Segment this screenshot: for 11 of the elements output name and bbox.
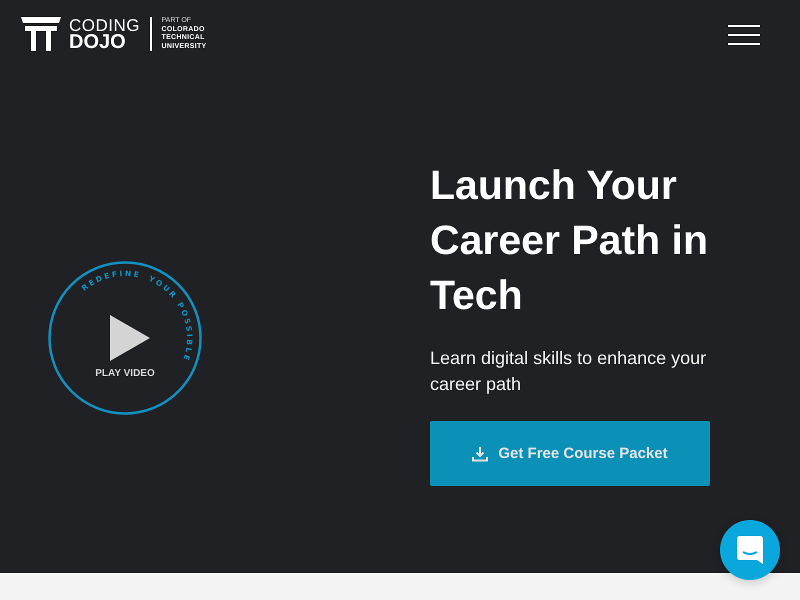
torii-gate-icon (21, 17, 61, 51)
menu-icon (728, 25, 760, 45)
play-icon (110, 315, 150, 361)
chat-icon (737, 536, 763, 564)
menu-button[interactable] (728, 25, 760, 45)
hero-title: Launch Your Career Path in Tech (430, 161, 709, 320)
brand-name: DOJO (69, 34, 126, 51)
brand-name: CODING (69, 17, 140, 34)
download-icon (472, 446, 488, 462)
hero-subtitle: Learn digital skills to enhance your career path (430, 347, 708, 396)
play-video-label: PLAY VIDEO (94, 368, 156, 379)
